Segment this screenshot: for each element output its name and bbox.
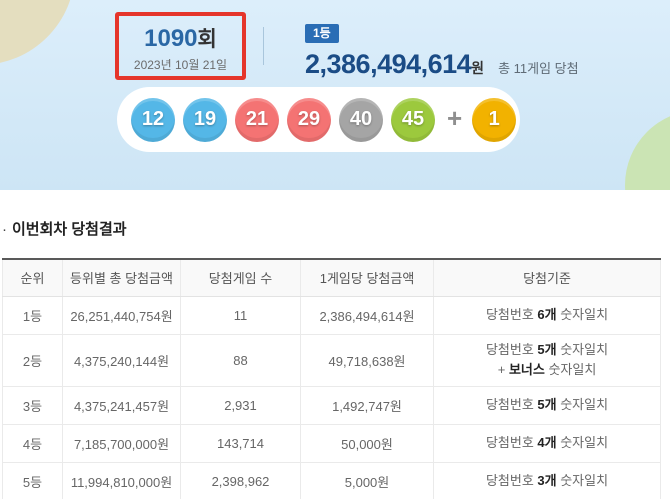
criteria-prefix: 당첨번호 — [486, 307, 537, 322]
first-prize-summary: 1등 2,386,494,614원 총 11게임 당첨 — [305, 24, 579, 80]
total-prize-cell: 7,185,700,000원 — [63, 424, 181, 462]
criteria-prefix: 당첨번호 — [486, 397, 537, 412]
winning-numbers-pill: 12 19 21 29 40 45 + 1 — [117, 87, 520, 152]
round-number-suffix: 회 — [198, 28, 217, 51]
results-section: · 이번회차 당첨결과 순위 등위별 총 당첨금액 당첨게임 수 1게임당 당첨금… — [0, 190, 670, 499]
criteria-line-2: + 보너스 숫자일치 — [438, 360, 656, 380]
first-prize-amount-line: 2,386,494,614원 총 11게임 당첨 — [305, 49, 579, 80]
games-cell: 2,931 — [181, 386, 301, 424]
criteria-bold: 4개 — [537, 435, 556, 450]
table-row-rank5: 5등 11,994,810,000원 2,398,962 5,000원 당첨번호… — [3, 462, 661, 499]
games-cell: 88 — [181, 334, 301, 386]
criteria-cell: 당첨번호 4개 숫자일치 — [434, 424, 661, 462]
per-game-cell: 2,386,494,614원 — [301, 296, 434, 334]
criteria-cell: 당첨번호 5개 숫자일치 — [434, 386, 661, 424]
lotto-ball-1: 12 — [131, 98, 175, 142]
criteria-line-1: 당첨번호 4개 숫자일치 — [438, 433, 656, 453]
bonus-ball: 1 — [472, 98, 516, 142]
criteria-bold: 3개 — [537, 473, 556, 488]
header-total-prize: 등위별 총 당첨금액 — [63, 259, 181, 296]
lotto-ball-3: 21 — [235, 98, 279, 142]
per-game-cell: 1,492,747원 — [301, 386, 434, 424]
draw-date: 2023년 10월 21일 — [119, 56, 242, 73]
first-prize-badge: 1등 — [305, 24, 339, 43]
criteria-suffix: 숫자일치 — [557, 342, 608, 357]
table-row-rank4: 4등 7,185,700,000원 143,714 50,000원 당첨번호 4… — [3, 424, 661, 462]
lotto-ball-4: 29 — [287, 98, 331, 142]
games-cell: 2,398,962 — [181, 462, 301, 499]
total-prize-cell: 11,994,810,000원 — [63, 462, 181, 499]
header-rank: 순위 — [3, 259, 63, 296]
criteria-bold: 6개 — [537, 307, 556, 322]
criteria-line-1: 당첨번호 5개 숫자일치 — [438, 395, 656, 415]
round-number-value: 1090 — [144, 25, 197, 52]
decor-circle-green — [625, 110, 670, 190]
total-prize-cell: 26,251,440,754원 — [63, 296, 181, 334]
decor-circle-beige — [0, 0, 75, 65]
table-row-rank2: 2등 4,375,240,144원 88 49,718,638원 당첨번호 5개… — [3, 334, 661, 386]
criteria-cell: 당첨번호 3개 숫자일치 — [434, 462, 661, 499]
games-cell: 11 — [181, 296, 301, 334]
rank-cell: 2등 — [3, 334, 63, 386]
criteria-suffix: 숫자일치 — [557, 397, 608, 412]
criteria-cell: 당첨번호 6개 숫자일치 — [434, 296, 661, 334]
header-criteria: 당첨기준 — [434, 259, 661, 296]
currency-suffix: 원 — [471, 60, 484, 76]
section-title: · 이번회차 당첨결과 — [2, 218, 662, 239]
header-winning-games: 당첨게임 수 — [181, 259, 301, 296]
rank-cell: 5등 — [3, 462, 63, 499]
lotto-ball-5: 40 — [339, 98, 383, 142]
criteria-cell: 당첨번호 5개 숫자일치+ 보너스 숫자일치 — [434, 334, 661, 386]
criteria-suffix: 숫자일치 — [557, 473, 608, 488]
lotto-ball-6: 45 — [391, 98, 435, 142]
criteria-prefix: 당첨번호 — [486, 473, 537, 488]
table-header-row: 순위 등위별 총 당첨금액 당첨게임 수 1게임당 당첨금액 당첨기준 — [3, 259, 661, 296]
rank-cell: 4등 — [3, 424, 63, 462]
criteria-suffix: 숫자일치 — [557, 307, 608, 322]
section-title-text: 이번회차 당첨결과 — [12, 221, 127, 238]
criteria-prefix: 당첨번호 — [486, 342, 537, 357]
first-prize-amount: 2,386,494,614 — [305, 49, 471, 79]
winning-games-note: 총 11게임 당첨 — [498, 61, 579, 76]
criteria-suffix-2: 숫자일치 — [545, 362, 596, 377]
total-prize-cell: 4,375,240,144원 — [63, 334, 181, 386]
draw-result-hero: 1090회 2023년 10월 21일 1등 2,386,494,614원 총 1… — [0, 0, 670, 190]
criteria-bold: 5개 — [537, 397, 556, 412]
per-game-cell: 50,000원 — [301, 424, 434, 462]
rank-cell: 1등 — [3, 296, 63, 334]
criteria-prefix: 당첨번호 — [486, 435, 537, 450]
winning-results-table: 순위 등위별 총 당첨금액 당첨게임 수 1게임당 당첨금액 당첨기준 1등 2… — [2, 258, 661, 499]
criteria-line-1: 당첨번호 6개 숫자일치 — [438, 305, 656, 325]
total-prize-cell: 4,375,241,457원 — [63, 386, 181, 424]
per-game-cell: 5,000원 — [301, 462, 434, 499]
round-number: 1090회 — [119, 23, 242, 53]
plus-sign: + — [447, 103, 462, 134]
per-game-cell: 49,718,638원 — [301, 334, 434, 386]
games-cell: 143,714 — [181, 424, 301, 462]
criteria-prefix-2: + — [498, 362, 509, 377]
criteria-bold: 5개 — [537, 342, 556, 357]
vertical-divider — [263, 27, 264, 65]
criteria-line-1: 당첨번호 3개 숫자일치 — [438, 471, 656, 491]
criteria-bold-2: 보너스 — [509, 362, 545, 377]
criteria-line-1: 당첨번호 5개 숫자일치 — [438, 340, 656, 360]
round-number-highlight-box: 1090회 2023년 10월 21일 — [115, 12, 246, 80]
table-row-rank3: 3등 4,375,241,457원 2,931 1,492,747원 당첨번호 … — [3, 386, 661, 424]
lotto-ball-2: 19 — [183, 98, 227, 142]
criteria-suffix: 숫자일치 — [557, 435, 608, 450]
rank-cell: 3등 — [3, 386, 63, 424]
header-prize-per-game: 1게임당 당첨금액 — [301, 259, 434, 296]
table-row-rank1: 1등 26,251,440,754원 11 2,386,494,614원 당첨번… — [3, 296, 661, 334]
title-bullet: · — [2, 221, 7, 238]
